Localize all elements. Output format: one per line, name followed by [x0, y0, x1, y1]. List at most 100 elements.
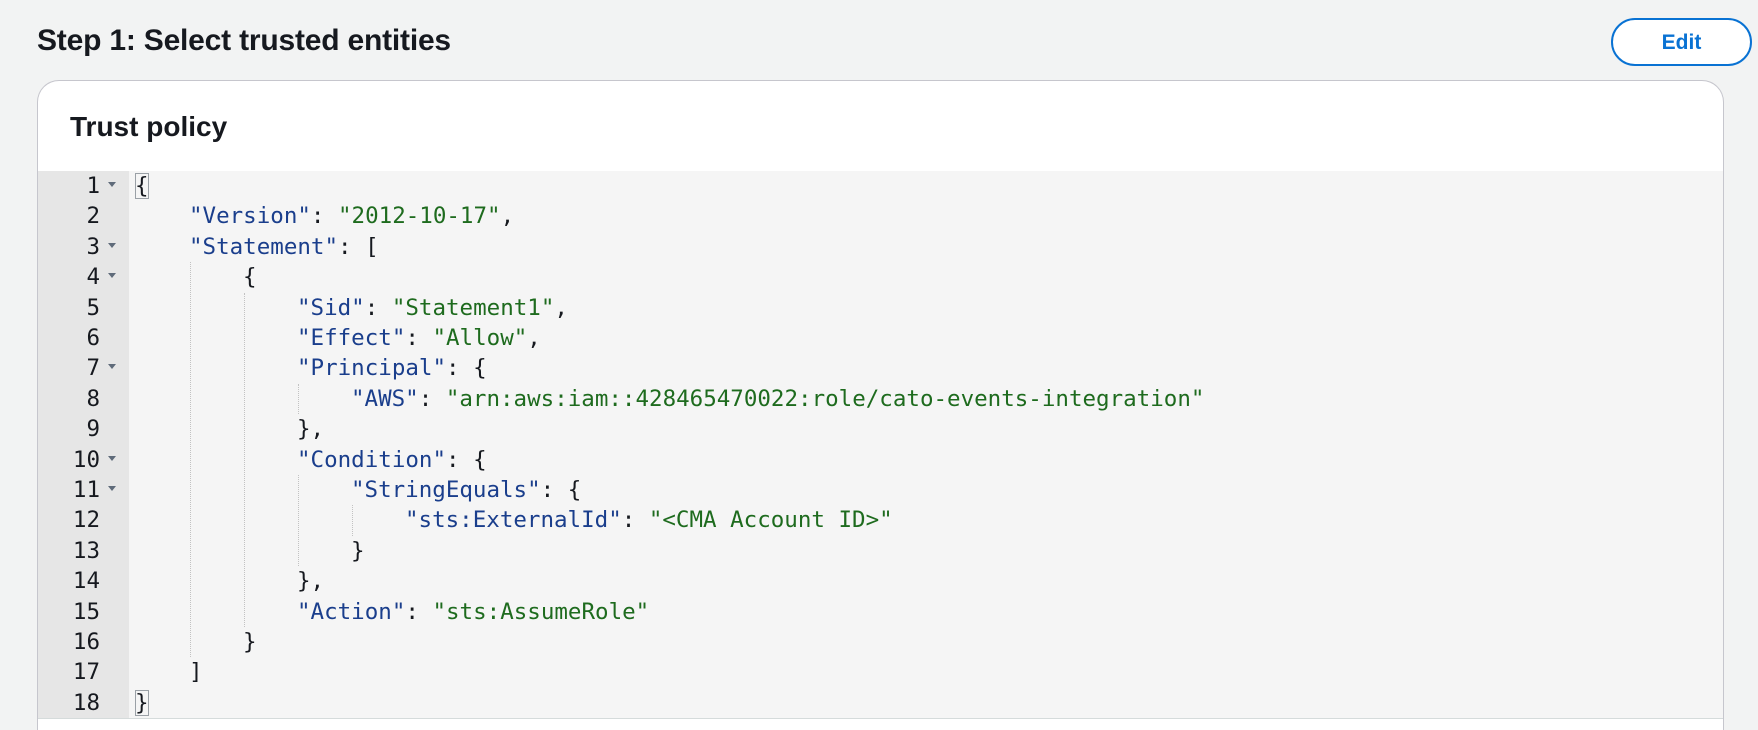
json-key: "Version" [189, 203, 311, 230]
code-line: 8 "AWS": "arn:aws:iam::428465470022:role/… [38, 384, 1723, 414]
indent-guide [244, 292, 245, 627]
json-punctuation: , [527, 325, 541, 351]
json-punctuation: { [243, 264, 257, 291]
json-punctuation: , [554, 294, 568, 321]
line-number: 1 [86, 173, 100, 199]
json-key: "AWS" [351, 385, 419, 412]
indent-guide [190, 262, 191, 658]
code-line: 7 "Principal": { [38, 353, 1723, 383]
code-line: 9}, [38, 414, 1723, 444]
code-line: 12 "sts:ExternalId": "<CMA Account ID>" [38, 505, 1723, 535]
json-key: "Action" [297, 598, 406, 625]
json-string: "arn:aws:iam::428465470022:role/cato-eve… [445, 385, 1205, 412]
code-text: "AWS": "arn:aws:iam::428465470022:role/c… [351, 384, 1204, 414]
code-line: 18} [38, 688, 1723, 718]
code-text: } [243, 627, 257, 657]
fold-toggle-icon[interactable] [108, 273, 116, 279]
card-title: Trust policy [70, 111, 228, 142]
line-number: 17 [72, 659, 100, 686]
fold-toggle-icon[interactable] [108, 364, 116, 370]
json-key: "Sid" [297, 294, 365, 321]
line-number: 4 [86, 264, 100, 291]
json-punctuation: }, [297, 568, 325, 595]
code-text: ] [189, 657, 203, 687]
line-number: 14 [72, 568, 100, 595]
json-punctuation: : [ [338, 233, 379, 260]
code-line: 2 "Version": "2012-10-17", [38, 201, 1723, 231]
code-text: "StringEquals": { [351, 475, 581, 505]
line-number: 16 [72, 629, 100, 655]
json-punctuation: { [135, 173, 149, 199]
iam-review-page: Step 1: Select trusted entities Edit Tru… [0, 0, 1758, 730]
line-number: 18 [72, 689, 100, 716]
code-text: "Statement": [ [189, 232, 379, 262]
code-line: 13} [38, 536, 1723, 566]
json-key: "sts:ExternalId" [405, 507, 622, 534]
json-punctuation: : { [446, 355, 487, 382]
line-number: 13 [72, 537, 100, 564]
json-string: "<CMA Account ID>" [648, 507, 893, 534]
line-number: 12 [72, 507, 100, 534]
json-punctuation: : { [540, 477, 582, 503]
line-number: 2 [86, 203, 100, 230]
json-string: "sts:AssumeRole" [432, 598, 650, 625]
json-key: "Condition" [297, 446, 447, 473]
line-number: 6 [86, 325, 100, 351]
step-title: Step 1: Select trusted entities [37, 24, 451, 57]
line-number: 8 [86, 385, 100, 412]
fold-toggle-icon[interactable] [108, 242, 116, 248]
code-text: { [243, 262, 257, 292]
fold-toggle-icon[interactable] [108, 182, 116, 187]
code-text: "Condition": { [297, 445, 487, 475]
json-punctuation: : [405, 325, 433, 351]
code-line: 11 "StringEquals": { [38, 475, 1723, 505]
indent-guide [352, 505, 353, 536]
code-text: "Effect": "Allow", [297, 323, 541, 353]
json-key: "Principal" [297, 355, 447, 382]
code-text: } [135, 688, 149, 718]
edit-button[interactable]: Edit [1611, 18, 1752, 66]
code-text: }, [297, 566, 324, 596]
trust-policy-card: Trust policy 1{2 "Version": "2012-10-17",… [37, 80, 1724, 730]
line-number: 5 [86, 294, 100, 321]
code-text: }, [297, 414, 324, 444]
line-number: 11 [72, 477, 100, 503]
json-punctuation: : [310, 203, 339, 230]
code-line: 10 "Condition": { [38, 445, 1723, 475]
json-punctuation: : [418, 385, 446, 412]
code-text: } [351, 536, 365, 566]
json-punctuation: : { [446, 446, 487, 473]
code-line: 3 "Statement": [ [38, 232, 1723, 262]
json-punctuation: } [243, 629, 257, 655]
code-text: "Version": "2012-10-17", [189, 201, 514, 231]
code-text: "Principal": { [297, 353, 487, 383]
line-number: 10 [72, 446, 100, 473]
code-text: "sts:ExternalId": "<CMA Account ID>" [405, 505, 893, 535]
indent-guide [298, 383, 299, 415]
json-punctuation: } [135, 689, 149, 716]
indent-guide [298, 475, 299, 567]
json-string: "Statement1" [391, 294, 555, 321]
code-line: 5 "Sid": "Statement1", [38, 293, 1723, 323]
json-key: "StringEquals" [351, 477, 541, 503]
code-text: "Sid": "Statement1", [297, 293, 568, 323]
json-punctuation: : [405, 598, 433, 625]
code-line: 15 "Action": "sts:AssumeRole" [38, 597, 1723, 627]
line-number: 3 [86, 233, 100, 260]
json-punctuation: } [351, 537, 365, 564]
line-number: 9 [86, 416, 100, 443]
line-number: 7 [86, 355, 100, 382]
fold-toggle-icon[interactable] [108, 486, 116, 491]
json-key: "Statement" [189, 233, 339, 260]
code-text: "Action": "sts:AssumeRole" [297, 597, 649, 627]
json-punctuation: , [500, 203, 515, 230]
code-line: 1{ [38, 171, 1723, 201]
json-punctuation: : [621, 507, 649, 534]
code-text: { [135, 171, 149, 201]
fold-toggle-icon[interactable] [108, 455, 116, 461]
json-punctuation: : [364, 294, 392, 321]
step-header: Step 1: Select trusted entities Edit [37, 18, 1752, 68]
policy-code-editor[interactable]: 1{2 "Version": "2012-10-17", 3 "Statement":… [38, 171, 1723, 719]
json-punctuation: ] [189, 659, 203, 686]
json-punctuation: }, [297, 416, 325, 443]
